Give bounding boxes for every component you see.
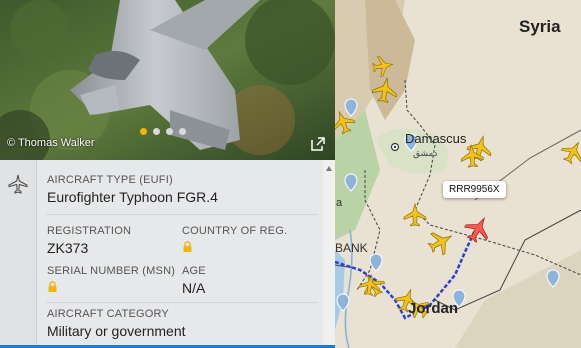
registration-label: REGISTRATION [47,225,132,237]
map-label-city-arabic: دمشق [413,148,438,158]
aircraft-type-label: AIRCRAFT TYPE (EUFI) [47,174,173,186]
serial-number-label: SERIAL NUMBER (MSN) [47,265,176,277]
divider [46,214,318,215]
selected-flight-callsign[interactable]: RRR9956X [443,181,506,198]
photo-carousel-dots [140,128,186,135]
map-label-fa: a [336,197,343,209]
aircraft-category-value: Military or government [47,323,186,339]
age-label: AGE [182,265,206,277]
divider [46,302,318,303]
registration-value: ZK373 [47,240,89,256]
map-label-city: Damascus [405,131,467,146]
carousel-dot-1[interactable] [140,128,147,135]
aircraft-type-value: Eurofighter Typhoon FGR.4 [47,189,218,205]
aircraft-icon [8,174,28,194]
carousel-dot-2[interactable] [153,128,160,135]
map-canvas [335,0,581,348]
open-external-icon[interactable] [310,136,326,152]
photo-credit: © Thomas Walker [7,137,95,149]
map-label-west-bank: BANK [335,241,368,255]
scroll-up-arrow-icon[interactable] [326,166,332,171]
carousel-dot-4[interactable] [179,128,186,135]
lock-icon [183,241,192,252]
age-value: N/A [182,280,206,296]
lock-icon [48,281,57,292]
map-label-country: Syria [519,17,561,36]
aircraft-photo-image [0,0,335,160]
panel-icon-column [0,160,37,348]
carousel-dot-3[interactable] [166,128,173,135]
map-label-jordan: Jordan [408,300,459,317]
aircraft-photo[interactable]: © Thomas Walker [0,0,335,160]
aircraft-category-label: AIRCRAFT CATEGORY [47,308,169,320]
country-of-registration-label: COUNTRY OF REG. [182,225,288,237]
flight-map[interactable]: Syria Damascus دمشق BANK a Jordan [335,0,581,348]
aircraft-info-panel: AIRCRAFT TYPE (EUFI) Eurofighter Typhoon… [0,160,335,348]
panel-scrollbar[interactable] [323,160,335,348]
